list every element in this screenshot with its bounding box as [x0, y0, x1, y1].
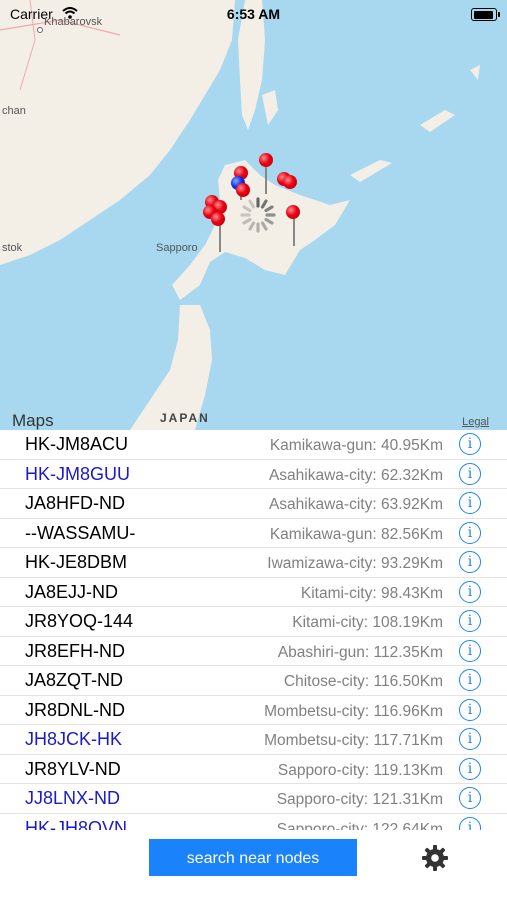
- node-name: HK-JM8ACU: [25, 434, 129, 454]
- node-name: JR8DNL-ND: [25, 699, 126, 720]
- map-pin[interactable]: [259, 153, 273, 167]
- node-name: JA8ZQT-ND: [25, 670, 124, 690]
- node-row[interactable]: JA8EJJ-ND Kitami-city: 98.43Km i: [0, 578, 507, 607]
- map-pin[interactable]: [236, 183, 250, 197]
- node-distance: Kamikawa-gun: 82.56Km: [269, 525, 443, 543]
- map-pin[interactable]: [283, 175, 297, 189]
- node-row[interactable]: JA8HFD-ND Asahikawa-city: 63.92Km i: [0, 489, 507, 519]
- node-name: HK-JM8GUU: [25, 463, 131, 484]
- info-icon[interactable]: i: [459, 698, 481, 721]
- info-icon[interactable]: i: [459, 757, 481, 780]
- node-distance: Mombetsu-city: 116.96Km: [264, 702, 443, 720]
- info-icon[interactable]: i: [459, 639, 481, 662]
- node-distance: Asahikawa-city: 63.92Km: [268, 496, 443, 513]
- battery-icon: [471, 8, 500, 21]
- info-icon[interactable]: i: [459, 787, 481, 809]
- pin-stick: [265, 166, 267, 194]
- node-distance: Asahikawa-city: 62.32Km: [268, 466, 443, 484]
- node-row[interactable]: HK-JH8OVN Sapporo-city: 122.64Km i: [0, 814, 507, 831]
- node-row[interactable]: JA8ZQT-ND Chitose-city: 116.50Km i: [0, 666, 507, 696]
- node-distance: Iwamizawa-city: 93.29Km: [267, 555, 443, 572]
- map-label-khabarovsk: Khabarovsk: [44, 16, 103, 28]
- node-row[interactable]: JR8YLV-ND Sapporo-city: 119.13Km i: [0, 755, 507, 784]
- map-label-chan: chan: [2, 105, 26, 117]
- map-label-japan: JAPAN: [160, 411, 210, 425]
- map-label-sapporo: Sapporo: [156, 242, 198, 254]
- node-distance: Kamikawa-gun: 40.95Km: [269, 437, 443, 454]
- node-name: JR8YLV-ND: [25, 758, 121, 779]
- node-name: JA8HFD-ND: [25, 493, 126, 513]
- node-row[interactable]: JR8EFH-ND Abashiri-gun: 112.35Km i: [0, 637, 507, 666]
- info-icon[interactable]: i: [459, 610, 481, 632]
- info-icon[interactable]: i: [459, 669, 481, 691]
- node-distance: Mombetsu-city: 117.71Km: [264, 732, 443, 749]
- info-icon[interactable]: i: [459, 551, 481, 573]
- node-distance: Sapporo-city: 121.31Km: [276, 791, 443, 808]
- node-distance: Abashiri-gun: 112.35Km: [277, 643, 443, 661]
- map-pin[interactable]: [286, 205, 300, 219]
- node-distance: Kitami-city: 108.19Km: [292, 614, 443, 631]
- node-distance: Sapporo-city: 119.13Km: [277, 761, 443, 779]
- node-list[interactable]: HK-JM8ACU Kamikawa-gun: 40.95Km i HK-JM8GUU…: [0, 430, 507, 830]
- maps-attribution: Maps: [12, 411, 54, 430]
- node-row[interactable]: --WASSAMU- Kamikawa-gun: 82.56Km i: [0, 519, 507, 548]
- info-icon[interactable]: i: [459, 728, 481, 750]
- node-distance: Chitose-city: 116.50Km: [283, 673, 443, 690]
- pin-stick: [293, 218, 295, 246]
- legal-link[interactable]: Legal: [462, 416, 489, 428]
- node-row[interactable]: HK-JM8GUU Asahikawa-city: 62.32Km i: [0, 460, 507, 489]
- search-near-nodes-button[interactable]: search near nodes: [149, 839, 357, 876]
- node-row[interactable]: HK-JM8ACU Kamikawa-gun: 40.95Km i: [0, 430, 507, 460]
- node-name: JR8YOQ-144: [25, 611, 134, 631]
- map-label-stok: stok: [2, 242, 23, 254]
- info-icon[interactable]: i: [459, 580, 481, 603]
- node-distance: Kitami-city: 98.43Km: [300, 584, 443, 602]
- info-icon[interactable]: i: [459, 433, 481, 455]
- info-icon[interactable]: i: [459, 462, 481, 485]
- node-name: JH8JCK-HK: [25, 729, 123, 749]
- info-icon[interactable]: i: [459, 521, 481, 544]
- node-row[interactable]: JH8JCK-HK Mombetsu-city: 117.71Km i: [0, 725, 507, 755]
- info-icon[interactable]: i: [459, 492, 481, 514]
- loading-spinner-icon: [240, 197, 276, 233]
- node-name: HK-JH8OVN: [25, 817, 128, 831]
- node-row[interactable]: JJ8LNX-ND Sapporo-city: 121.31Km i: [0, 784, 507, 814]
- map-view[interactable]: Carrier 6:53 AM Khabarovsk chan stok Sap…: [0, 0, 507, 430]
- info-icon[interactable]: i: [459, 816, 481, 830]
- node-row[interactable]: JR8YOQ-144 Kitami-city: 108.19Km i: [0, 607, 507, 637]
- bottom-toolbar: search near nodes: [0, 830, 507, 900]
- node-row[interactable]: JR8DNL-ND Mombetsu-city: 116.96Km i: [0, 696, 507, 725]
- node-name: --WASSAMU-: [25, 522, 136, 543]
- node-distance: Sapporo-city: 122.64Km: [276, 820, 443, 831]
- node-name: JJ8LNX-ND: [25, 788, 121, 808]
- node-name: HK-JE8DBM: [25, 552, 128, 572]
- gear-icon[interactable]: [420, 843, 450, 873]
- map-pin[interactable]: [211, 212, 225, 226]
- node-name: JA8EJJ-ND: [25, 581, 119, 602]
- node-row[interactable]: HK-JE8DBM Iwamizawa-city: 93.29Km i: [0, 548, 507, 578]
- node-name: JR8EFH-ND: [25, 640, 126, 661]
